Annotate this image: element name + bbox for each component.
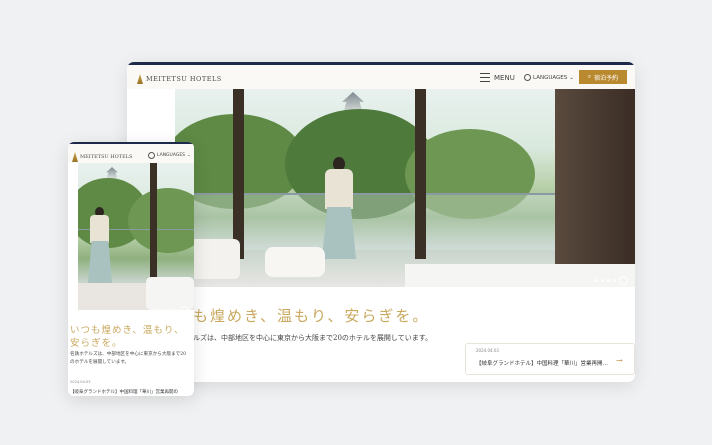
mobile-logo[interactable]: MEITETSU HOTELS xyxy=(72,152,132,162)
mobile-news-title[interactable]: 【岐阜グランドホテル】中国料理「華川」営業再開の xyxy=(70,389,178,395)
mobile-logo-text: MEITETSU HOTELS xyxy=(80,154,133,160)
slider-dot[interactable] xyxy=(162,309,165,310)
slider-dot[interactable] xyxy=(595,279,598,282)
desktop-screen: MEITETSU HOTELS MENU LANGUAGES ⌄ ⌕ 宿泊予約 xyxy=(127,62,635,382)
mobile-language-selector[interactable]: LANGUAGES ⌄ xyxy=(148,152,191,159)
mobile-screen: MEITETSU HOTELS LANGUAGES ⌄ いつも煌めき、温もり、安… xyxy=(68,142,194,396)
globe-icon xyxy=(524,74,531,81)
arrow-right-icon: → xyxy=(616,356,623,365)
window-frame xyxy=(415,89,426,259)
tree-shape xyxy=(128,188,194,253)
desktop-header: MEITETSU HOTELS MENU LANGUAGES ⌄ ⌕ 宿泊予約 xyxy=(127,65,635,89)
hero-image xyxy=(175,89,635,287)
hero-subtext: ルズは、中部地区を中心に東京から大阪まで20のホテルを展開しています。 xyxy=(193,334,432,342)
menu-button[interactable]: MENU xyxy=(480,73,515,82)
mobile-language-label: LANGUAGES xyxy=(157,153,186,158)
person-top xyxy=(90,215,109,243)
news-card[interactable]: 2024.04.03 【岐阜グランドホテル】中国料理「華川」営業再開… → xyxy=(465,343,635,375)
booking-label: 宿泊予約 xyxy=(594,74,619,82)
logo-icon xyxy=(72,152,78,162)
hero-tagline: も煌めき、温もり、安らぎを。 xyxy=(193,307,430,325)
news-date: 2024.04.03 xyxy=(476,348,499,353)
window-frame xyxy=(150,163,157,283)
desktop-logo[interactable]: MEITETSU HOTELS xyxy=(137,74,222,84)
news-title: 【岐阜グランドホテル】中国料理「華川」営業再開… xyxy=(476,361,609,367)
window-frame xyxy=(233,89,244,259)
mobile-hero-subtext: 名鉄ホテルズは、中部地区を中心に東京から大阪まで20のホテルを展開しています。 xyxy=(70,352,187,365)
curtain xyxy=(555,89,635,274)
person-skirt xyxy=(322,207,356,259)
pause-icon[interactable] xyxy=(619,276,628,285)
slider-dot[interactable] xyxy=(168,309,171,310)
slider-dot[interactable] xyxy=(174,309,177,310)
mobile-hero-image xyxy=(78,163,194,310)
mobile-slider-dots[interactable] xyxy=(156,306,189,310)
mobile-header: MEITETSU HOTELS LANGUAGES ⌄ xyxy=(68,144,194,163)
slider-dot[interactable] xyxy=(607,279,610,282)
person-top xyxy=(325,169,353,209)
pillow xyxy=(265,247,325,277)
search-icon: ⌕ xyxy=(587,73,592,80)
slider-dot[interactable] xyxy=(156,309,159,310)
globe-icon xyxy=(148,152,155,159)
desktop-logo-text: MEITETSU HOTELS xyxy=(146,75,222,83)
logo-icon xyxy=(137,74,143,84)
pause-icon[interactable] xyxy=(180,306,189,310)
slider-dots[interactable] xyxy=(595,276,628,285)
chevron-down-icon: ⌄ xyxy=(569,74,574,81)
language-selector[interactable]: LANGUAGES ⌄ xyxy=(524,74,574,81)
mobile-news-date: 2024.04.03 xyxy=(70,380,91,384)
mobile-hero-tagline: いつも煌めき、温もり、安らぎを。 xyxy=(70,325,185,349)
chevron-down-icon: ⌄ xyxy=(187,153,191,158)
slider-dot[interactable] xyxy=(613,279,616,282)
language-label: LANGUAGES xyxy=(533,74,568,81)
slider-dot[interactable] xyxy=(601,279,604,282)
person-skirt xyxy=(88,241,112,283)
hamburger-icon xyxy=(480,73,490,82)
menu-label: MENU xyxy=(494,73,515,82)
booking-button[interactable]: ⌕ 宿泊予約 xyxy=(579,70,627,84)
